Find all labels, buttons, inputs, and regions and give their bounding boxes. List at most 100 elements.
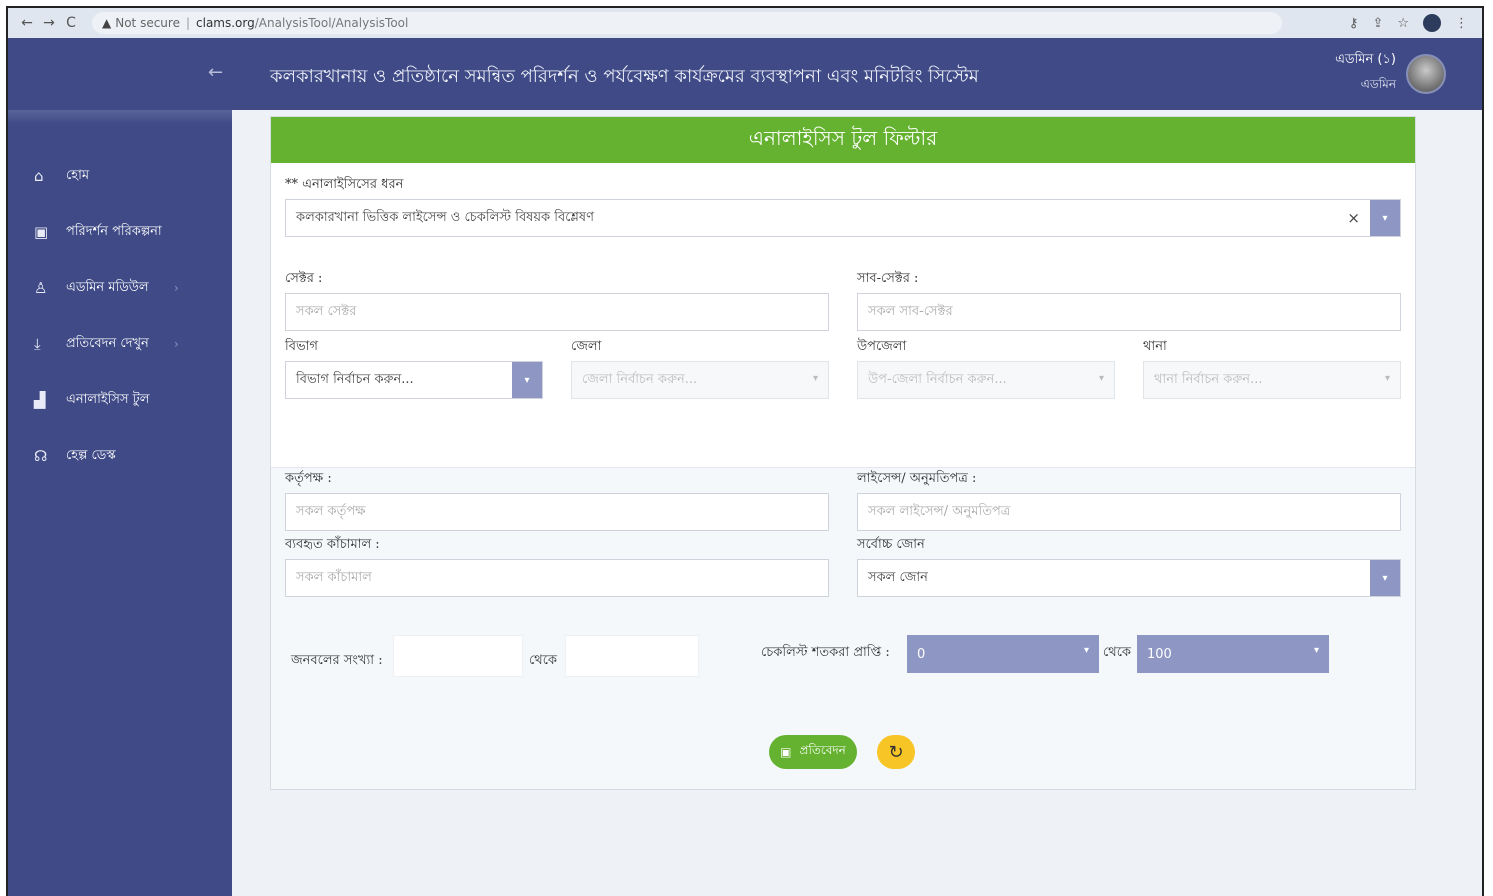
sidebar-item-4[interactable]: ▟ এনালাইসিস টুল [34,388,149,412]
chevron-right-icon: › [174,337,179,351]
sidebar-top-shade [8,110,232,124]
chevron-down-icon: ▾ [1098,373,1104,384]
panel-title: এনালাইসিস টুল ফিল্টার [271,117,1415,163]
chevron-down-icon[interactable]: ▾ [512,362,542,398]
subsector-select[interactable]: সকল সাব-সেক্টর [857,293,1401,331]
chevron-right-icon: › [174,281,179,295]
district-select[interactable]: জেলা নির্বাচন করুন... ▾ [571,361,829,399]
sidebar-item-label: প্রতিবেদন দেখুন [66,335,149,351]
chevron-down-icon: ▾ [1313,645,1319,656]
checklist-max-value: 100 [1147,646,1172,662]
division-select[interactable]: বিভাগ নির্বাচন করুন... ▾ [285,361,543,399]
workers-label: জনবলের সংখ্যা : [291,653,383,668]
sidebar: ⌂ হোম ▣ পরিদর্শন পরিকল্পনা ♙ এডমিন মডিউল › ⤓ প্র… [8,110,232,896]
sidebar-item-label: হোম [66,167,90,183]
browser-actions: ⚷ ⇪ ☆ ⋮ [1349,14,1482,32]
back-arrow-icon[interactable]: ← [16,15,38,31]
user-role: এডমিন [1360,77,1396,91]
url-path: /AnalysisTool/AnalysisTool [254,16,409,30]
clear-icon[interactable]: × [1347,209,1360,227]
app-header: ← কলকারখানায় ও প্রতিষ্ঠানে সমন্বিত পরিদ… [8,38,1482,110]
browser-toolbar: ← → C ▲ Not secure | clams.org /Analysis… [8,8,1482,38]
sidebar-item-0[interactable]: ⌂ হোম [34,164,89,188]
checklist-from-label: থেকে [1103,645,1132,660]
forward-arrow-icon[interactable]: → [38,15,60,31]
chevron-down-icon: ▾ [812,373,818,384]
workers-from-label: থেকে [529,653,558,668]
license-placeholder: সকল লাইসেন্স/ অনুমতিপত্র [868,503,1011,519]
authority-select[interactable]: সকল কর্তৃপক্ষ [285,493,829,531]
user-icon: ♙ [34,279,48,297]
checklist-min-select[interactable]: 0 ▾ [907,635,1099,673]
more-menu-icon[interactable]: ⋮ [1455,16,1468,31]
sector-select[interactable]: সকল সেক্টর [285,293,829,331]
url-host: clams.org [196,16,255,30]
rawmaterial-label: ব্যবহৃত কাঁচামাল : [285,537,380,552]
security-status: Not secure [115,16,180,30]
workers-min-input[interactable] [393,635,523,677]
sidebar-item-label: হেল্প ডেস্ক [66,447,116,463]
division-placeholder: বিভাগ নির্বাচন করুন... [296,371,414,387]
report-button[interactable]: ▣ প্রতিবেদন [769,735,857,769]
sector-label: সেক্টর : [285,271,323,286]
profile-avatar[interactable] [1423,14,1441,32]
license-label: লাইসেন্স/ অনুমতিপত্র : [857,471,977,486]
address-bar[interactable]: ▲ Not secure | clams.org /AnalysisTool/A… [92,12,1282,34]
sidebar-item-3[interactable]: ⤓ প্রতিবেদন দেখুন › [34,332,179,356]
user-avatar[interactable] [1406,54,1446,94]
analysis-type-label: ** এনালাইসিসের ধরন [285,177,404,192]
thana-label: থানা [1143,339,1167,354]
checklist-max-select[interactable]: 100 ▾ [1137,635,1329,673]
sidebar-item-label: এনালাইসিস টুল [66,391,150,407]
headset-icon: ☊ [34,447,48,465]
chevron-down-icon: ▾ [1083,645,1089,656]
upazila-placeholder: উপ-জেলা নির্বাচন করুন... [868,371,1007,387]
rawmaterial-placeholder: সকল কাঁচামাল [296,569,372,585]
filter-panel: এনালাইসিস টুল ফিল্টার ** এনালাইসিসের ধরন… [270,116,1416,790]
chevron-down-icon[interactable]: ▾ [1370,200,1400,236]
sidebar-item-5[interactable]: ☊ হেল্প ডেস্ক [34,444,116,468]
home-icon: ⌂ [34,167,44,185]
sidebar-item-1[interactable]: ▣ পরিদর্শন পরিকল্পনা [34,220,162,244]
calendar-icon: ▣ [34,223,49,241]
download-icon: ⤓ [34,335,41,353]
bar-chart-icon: ▟ [34,391,46,409]
analysis-type-select[interactable]: কলকারখানা ভিত্তিক লাইসেন্স ও চেকলিস্ট বি… [285,199,1401,237]
thana-placeholder: থানা নির্বাচন করুন... [1154,371,1263,387]
warning-icon: ▲ [102,16,112,30]
report-icon: ▣ [780,745,792,759]
sidebar-item-2[interactable]: ♙ এডমিন মডিউল › [34,276,179,300]
zone-value: সকল জোন [868,569,928,585]
sidebar-item-label: এডমিন মডিউল [66,279,149,295]
division-label: বিভাগ [285,339,318,354]
subsector-label: সাব-সেক্টর : [857,271,919,286]
browser-window: ← → C ▲ Not secure | clams.org /Analysis… [6,6,1484,896]
zone-label: সর্বোচ্চ জোন [857,537,925,552]
chevron-down-icon[interactable]: ▾ [1370,560,1400,596]
sidebar-item-label: পরিদর্শন পরিকল্পনা [66,223,162,239]
subsector-placeholder: সকল সাব-সেক্টর [868,303,953,319]
sidebar-toggle-arrow-icon[interactable]: ← [208,62,223,83]
authority-label: কর্তৃপক্ষ : [285,471,332,486]
reload-icon[interactable]: C [60,15,82,31]
district-label: জেলা [571,339,602,354]
report-button-label: প্রতিবেদন [799,743,846,757]
share-icon[interactable]: ⇪ [1372,16,1383,31]
license-select[interactable]: সকল লাইসেন্স/ অনুমতিপত্র [857,493,1401,531]
key-icon[interactable]: ⚷ [1349,16,1359,31]
district-placeholder: জেলা নির্বাচন করুন... [582,371,698,387]
checklist-label: চেকলিস্ট শতকরা প্রাপ্তি : [761,645,890,660]
rawmaterial-select[interactable]: সকল কাঁচামাল [285,559,829,597]
reset-button[interactable]: ↻ [877,735,915,769]
upazila-select[interactable]: উপ-জেলা নির্বাচন করুন... ▾ [857,361,1115,399]
zone-select[interactable]: সকল জোন ▾ [857,559,1401,597]
workers-max-input[interactable] [565,635,699,677]
chevron-down-icon: ▾ [1384,373,1390,384]
star-icon[interactable]: ☆ [1397,16,1409,31]
sector-placeholder: সকল সেক্টর [296,303,357,319]
user-name[interactable]: এডমিন (১) [1335,50,1396,71]
main-content: এনালাইসিস টুল ফিল্টার ** এনালাইসিসের ধরন… [232,110,1482,896]
thana-select[interactable]: থানা নির্বাচন করুন... ▾ [1143,361,1401,399]
app-title: কলকারখানায় ও প্রতিষ্ঠানে সমন্বিত পরিদর্… [270,66,979,87]
reset-icon: ↻ [888,741,904,763]
